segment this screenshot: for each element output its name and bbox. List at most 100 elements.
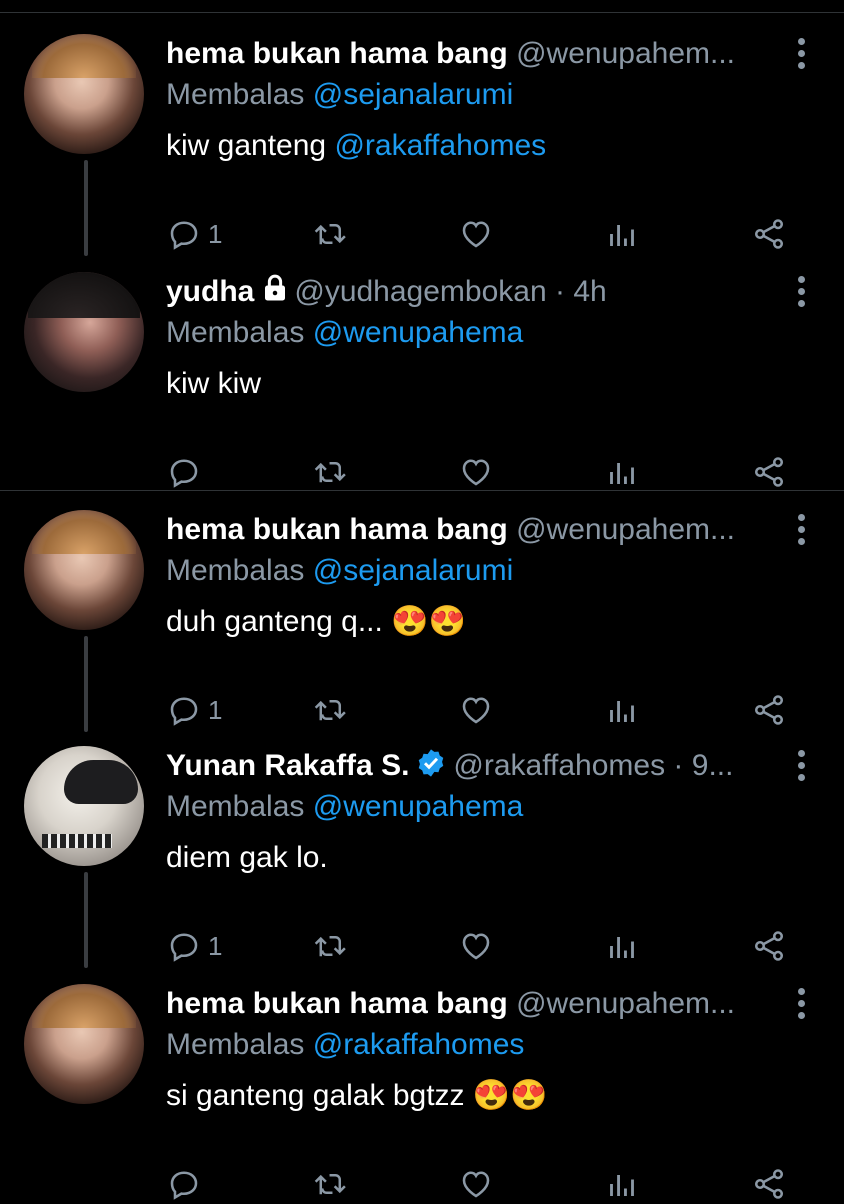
- analytics-icon: [610, 225, 634, 246]
- tweet-text-body: duh ganteng q...: [166, 605, 392, 638]
- like-icon: [462, 1171, 490, 1198]
- share-icon: [754, 457, 784, 487]
- verified-icon: [419, 749, 444, 777]
- like-button[interactable]: [458, 214, 494, 254]
- share-button[interactable]: [750, 926, 788, 966]
- replying-label: Membalas: [166, 316, 305, 349]
- analytics-button[interactable]: [604, 690, 640, 730]
- user-handle[interactable]: @rakaffahomes: [453, 749, 665, 782]
- timestamp[interactable]: · 4h: [547, 275, 607, 308]
- emoji: 😍😍: [391, 605, 466, 638]
- action-bar: 1: [166, 690, 844, 730]
- share-button[interactable]: [750, 690, 788, 730]
- timestamp[interactable]: · 9...: [665, 749, 733, 782]
- analytics-icon: [610, 1175, 634, 1196]
- retweet-button[interactable]: [312, 452, 350, 492]
- like-button[interactable]: [458, 926, 494, 966]
- tweet-text: si ganteng galak bgtzz 😍😍: [166, 1076, 548, 1116]
- replying-label: Membalas: [166, 790, 305, 823]
- reply-button[interactable]: 1: [166, 926, 222, 966]
- reply-button[interactable]: [166, 1164, 208, 1204]
- analytics-button[interactable]: [604, 926, 640, 966]
- analytics-button[interactable]: [604, 214, 640, 254]
- user-handle[interactable]: @yudhagembokan: [294, 275, 546, 308]
- tweet-text-body: diem gak lo.: [166, 841, 328, 874]
- analytics-icon: [610, 701, 634, 722]
- retweet-icon: [314, 223, 346, 245]
- reply-icon: [170, 697, 198, 726]
- retweet-button[interactable]: [312, 926, 350, 966]
- like-icon: [462, 933, 490, 960]
- like-button[interactable]: [458, 452, 494, 492]
- share-button[interactable]: [750, 214, 788, 254]
- reply-to-mention[interactable]: @sejanalarumi: [313, 78, 514, 111]
- analytics-button[interactable]: [604, 1164, 640, 1204]
- like-icon: [462, 459, 490, 486]
- reply-button[interactable]: 1: [166, 690, 222, 730]
- tweet-text: kiw ganteng @rakaffahomes: [166, 126, 546, 166]
- retweet-button[interactable]: [312, 214, 350, 254]
- more-icon[interactable]: [796, 38, 806, 74]
- more-icon[interactable]: [796, 750, 806, 786]
- more-icon[interactable]: [796, 276, 806, 312]
- reply-icon: [170, 459, 198, 488]
- user-handle[interactable]: @wenupahem...: [516, 987, 735, 1020]
- user-handle[interactable]: @wenupahem...: [516, 37, 735, 70]
- action-bar: [166, 452, 844, 492]
- retweet-button[interactable]: [312, 1164, 350, 1204]
- avatar[interactable]: [24, 34, 144, 154]
- display-name[interactable]: hema bukan hama bang: [166, 513, 508, 546]
- display-name[interactable]: hema bukan hama bang: [166, 987, 508, 1020]
- share-button[interactable]: [750, 1164, 788, 1204]
- avatar[interactable]: [24, 746, 144, 866]
- user-handle[interactable]: @wenupahem...: [516, 513, 735, 546]
- reply-to-mention[interactable]: @sejanalarumi: [313, 554, 514, 587]
- avatar[interactable]: [24, 272, 144, 392]
- reply-button[interactable]: 1: [166, 214, 222, 254]
- more-icon[interactable]: [796, 514, 806, 550]
- share-icon: [754, 695, 784, 725]
- analytics-icon: [610, 463, 634, 484]
- analytics-button[interactable]: [604, 452, 640, 492]
- reply-to-mention[interactable]: @rakaffahomes: [313, 1028, 525, 1061]
- retweet-icon: [314, 699, 346, 721]
- tweet-text: duh ganteng q... 😍😍: [166, 602, 466, 642]
- action-bar: 1: [166, 926, 844, 966]
- replying-label: Membalas: [166, 78, 305, 111]
- tweet-text: diem gak lo.: [166, 838, 328, 878]
- reply-count: 1: [208, 218, 223, 249]
- like-icon: [462, 221, 490, 248]
- like-button[interactable]: [458, 690, 494, 730]
- thread-line: [84, 160, 88, 256]
- like-button[interactable]: [458, 1164, 494, 1204]
- more-icon[interactable]: [796, 988, 806, 1024]
- display-name[interactable]: yudha: [166, 275, 254, 308]
- avatar[interactable]: [24, 510, 144, 630]
- reply-to-mention[interactable]: @wenupahema: [313, 790, 524, 823]
- action-bar: 1: [166, 214, 844, 254]
- avatar[interactable]: [24, 984, 144, 1104]
- reply-button[interactable]: [166, 452, 208, 492]
- tweet-text-body: kiw ganteng: [166, 129, 335, 162]
- share-icon: [754, 219, 784, 249]
- emoji: 😍😍: [472, 1079, 548, 1112]
- display-name[interactable]: Yunan Rakaffa S.: [166, 749, 409, 782]
- tweet-text-body: si ganteng galak bgtzz: [166, 1079, 473, 1112]
- tweet-text: kiw kiw: [166, 364, 261, 404]
- text-mention[interactable]: @rakaffahomes: [334, 129, 546, 162]
- reply-count: 1: [208, 694, 223, 725]
- reply-icon: [170, 1171, 198, 1200]
- lock-icon: [265, 274, 286, 301]
- retweet-button[interactable]: [312, 690, 350, 730]
- retweet-icon: [314, 1173, 346, 1195]
- reply-icon: [170, 933, 198, 962]
- display-name[interactable]: hema bukan hama bang: [166, 37, 508, 70]
- reply-to-mention[interactable]: @wenupahema: [313, 316, 524, 349]
- reply-icon: [170, 221, 198, 250]
- share-icon: [754, 931, 784, 961]
- thread-line: [84, 872, 88, 968]
- share-button[interactable]: [750, 452, 788, 492]
- replying-label: Membalas: [166, 554, 305, 587]
- analytics-icon: [610, 937, 634, 958]
- action-bar: [166, 1164, 844, 1204]
